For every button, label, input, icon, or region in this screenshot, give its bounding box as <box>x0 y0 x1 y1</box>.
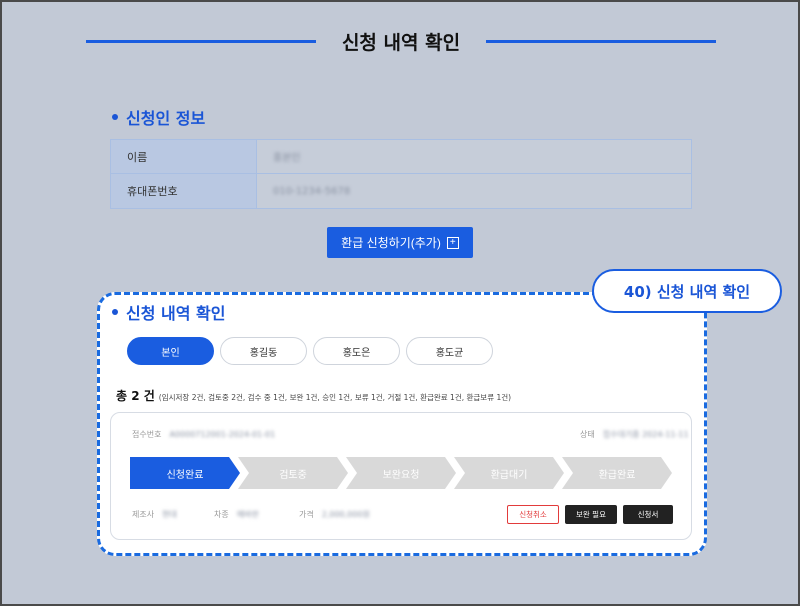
tab-member-2[interactable]: 홍도은 <box>313 337 400 365</box>
applicant-heading-text: 신청인 정보 <box>126 109 206 128</box>
item-status: 상태 접수대기중 2024-11-11 <box>580 429 689 440</box>
field-model-value: 에바란 <box>236 510 259 519</box>
info-value-name: 홍본인 <box>273 153 301 164</box>
tab-self[interactable]: 본인 <box>127 337 214 365</box>
callout-label: 40) 신청 내역 확인 <box>592 269 782 313</box>
add-refund-label: 환급 신청하기(추가) <box>341 236 441 250</box>
field-model-label: 차종 <box>214 510 229 519</box>
total-label: 총 2 건 <box>116 389 155 403</box>
applicant-info-table: 이름 홍본인 휴대폰번호 010-1234-5678 <box>110 139 692 209</box>
receipt-number: 접수번호 A0000712001-2024-01-01 <box>132 429 275 440</box>
progress-steps: 신청완료 검토중 보완요청 환급대기 환급완료 <box>130 457 672 489</box>
member-tabs: 본인 홍길동 홍도은 홍도균 <box>127 337 493 365</box>
status-value: 접수대기중 2024-11-11 <box>602 430 689 439</box>
info-value-name-cell: 홍본인 <box>257 140 691 173</box>
field-price: 가격 2,000,000원 <box>299 509 370 520</box>
history-heading-text: 신청 내역 확인 <box>126 304 226 323</box>
title-divider-left <box>86 40 316 43</box>
total-count: 총 2 건 (임시저장 2건, 검토중 2건, 검수 중 1건, 보완 1건, … <box>116 387 511 404</box>
page-title: 신청 내역 확인 <box>341 32 461 54</box>
bullet-icon <box>112 114 118 120</box>
field-maker-value: 현대 <box>162 510 177 519</box>
tab-member-1[interactable]: 홍길동 <box>220 337 307 365</box>
step-supplement: 보완요청 <box>346 457 456 489</box>
field-price-value: 2,000,000원 <box>321 510 370 519</box>
info-label-phone: 휴대폰번호 <box>111 174 257 208</box>
info-value-phone: 010-1234-5678 <box>273 185 351 197</box>
status-label: 상태 <box>580 430 595 439</box>
applicant-section-heading: 신청인 정보 <box>112 105 205 129</box>
plus-icon: + <box>446 236 459 249</box>
step-reviewing: 검토중 <box>238 457 348 489</box>
info-row-phone: 휴대폰번호 010-1234-5678 <box>111 174 691 208</box>
info-label-name: 이름 <box>111 140 257 173</box>
cancel-application-button[interactable]: 신청취소 <box>507 505 559 524</box>
step-refund-wait: 환급대기 <box>454 457 564 489</box>
tab-member-3[interactable]: 홍도균 <box>406 337 493 365</box>
info-value-phone-cell: 010-1234-5678 <box>257 174 691 208</box>
info-row-name: 이름 홍본인 <box>111 140 691 174</box>
receipt-value: A0000712001-2024-01-01 <box>169 430 276 439</box>
application-form-button[interactable]: 신청서 <box>623 505 673 524</box>
field-maker: 제조사 현대 <box>132 509 177 520</box>
supplement-needed-button[interactable]: 보완 필요 <box>565 505 617 524</box>
bullet-icon <box>112 309 118 315</box>
add-refund-button[interactable]: 환급 신청하기(추가) + <box>327 227 473 258</box>
total-detail: (임시저장 2건, 검토중 2건, 검수 중 1건, 보완 1건, 승인 1건,… <box>158 393 512 402</box>
history-section-heading: 신청 내역 확인 <box>112 300 225 324</box>
receipt-label: 접수번호 <box>132 430 162 439</box>
step-refund-done: 환급완료 <box>562 457 672 489</box>
title-divider-right <box>486 40 716 43</box>
field-price-label: 가격 <box>299 510 314 519</box>
field-model: 차종 에바란 <box>214 509 259 520</box>
screenshot-frame: 신청 내역 확인 신청인 정보 이름 홍본인 휴대폰번호 010-1234-56… <box>0 0 800 606</box>
step-submitted: 신청완료 <box>130 457 240 489</box>
field-maker-label: 제조사 <box>132 510 155 519</box>
